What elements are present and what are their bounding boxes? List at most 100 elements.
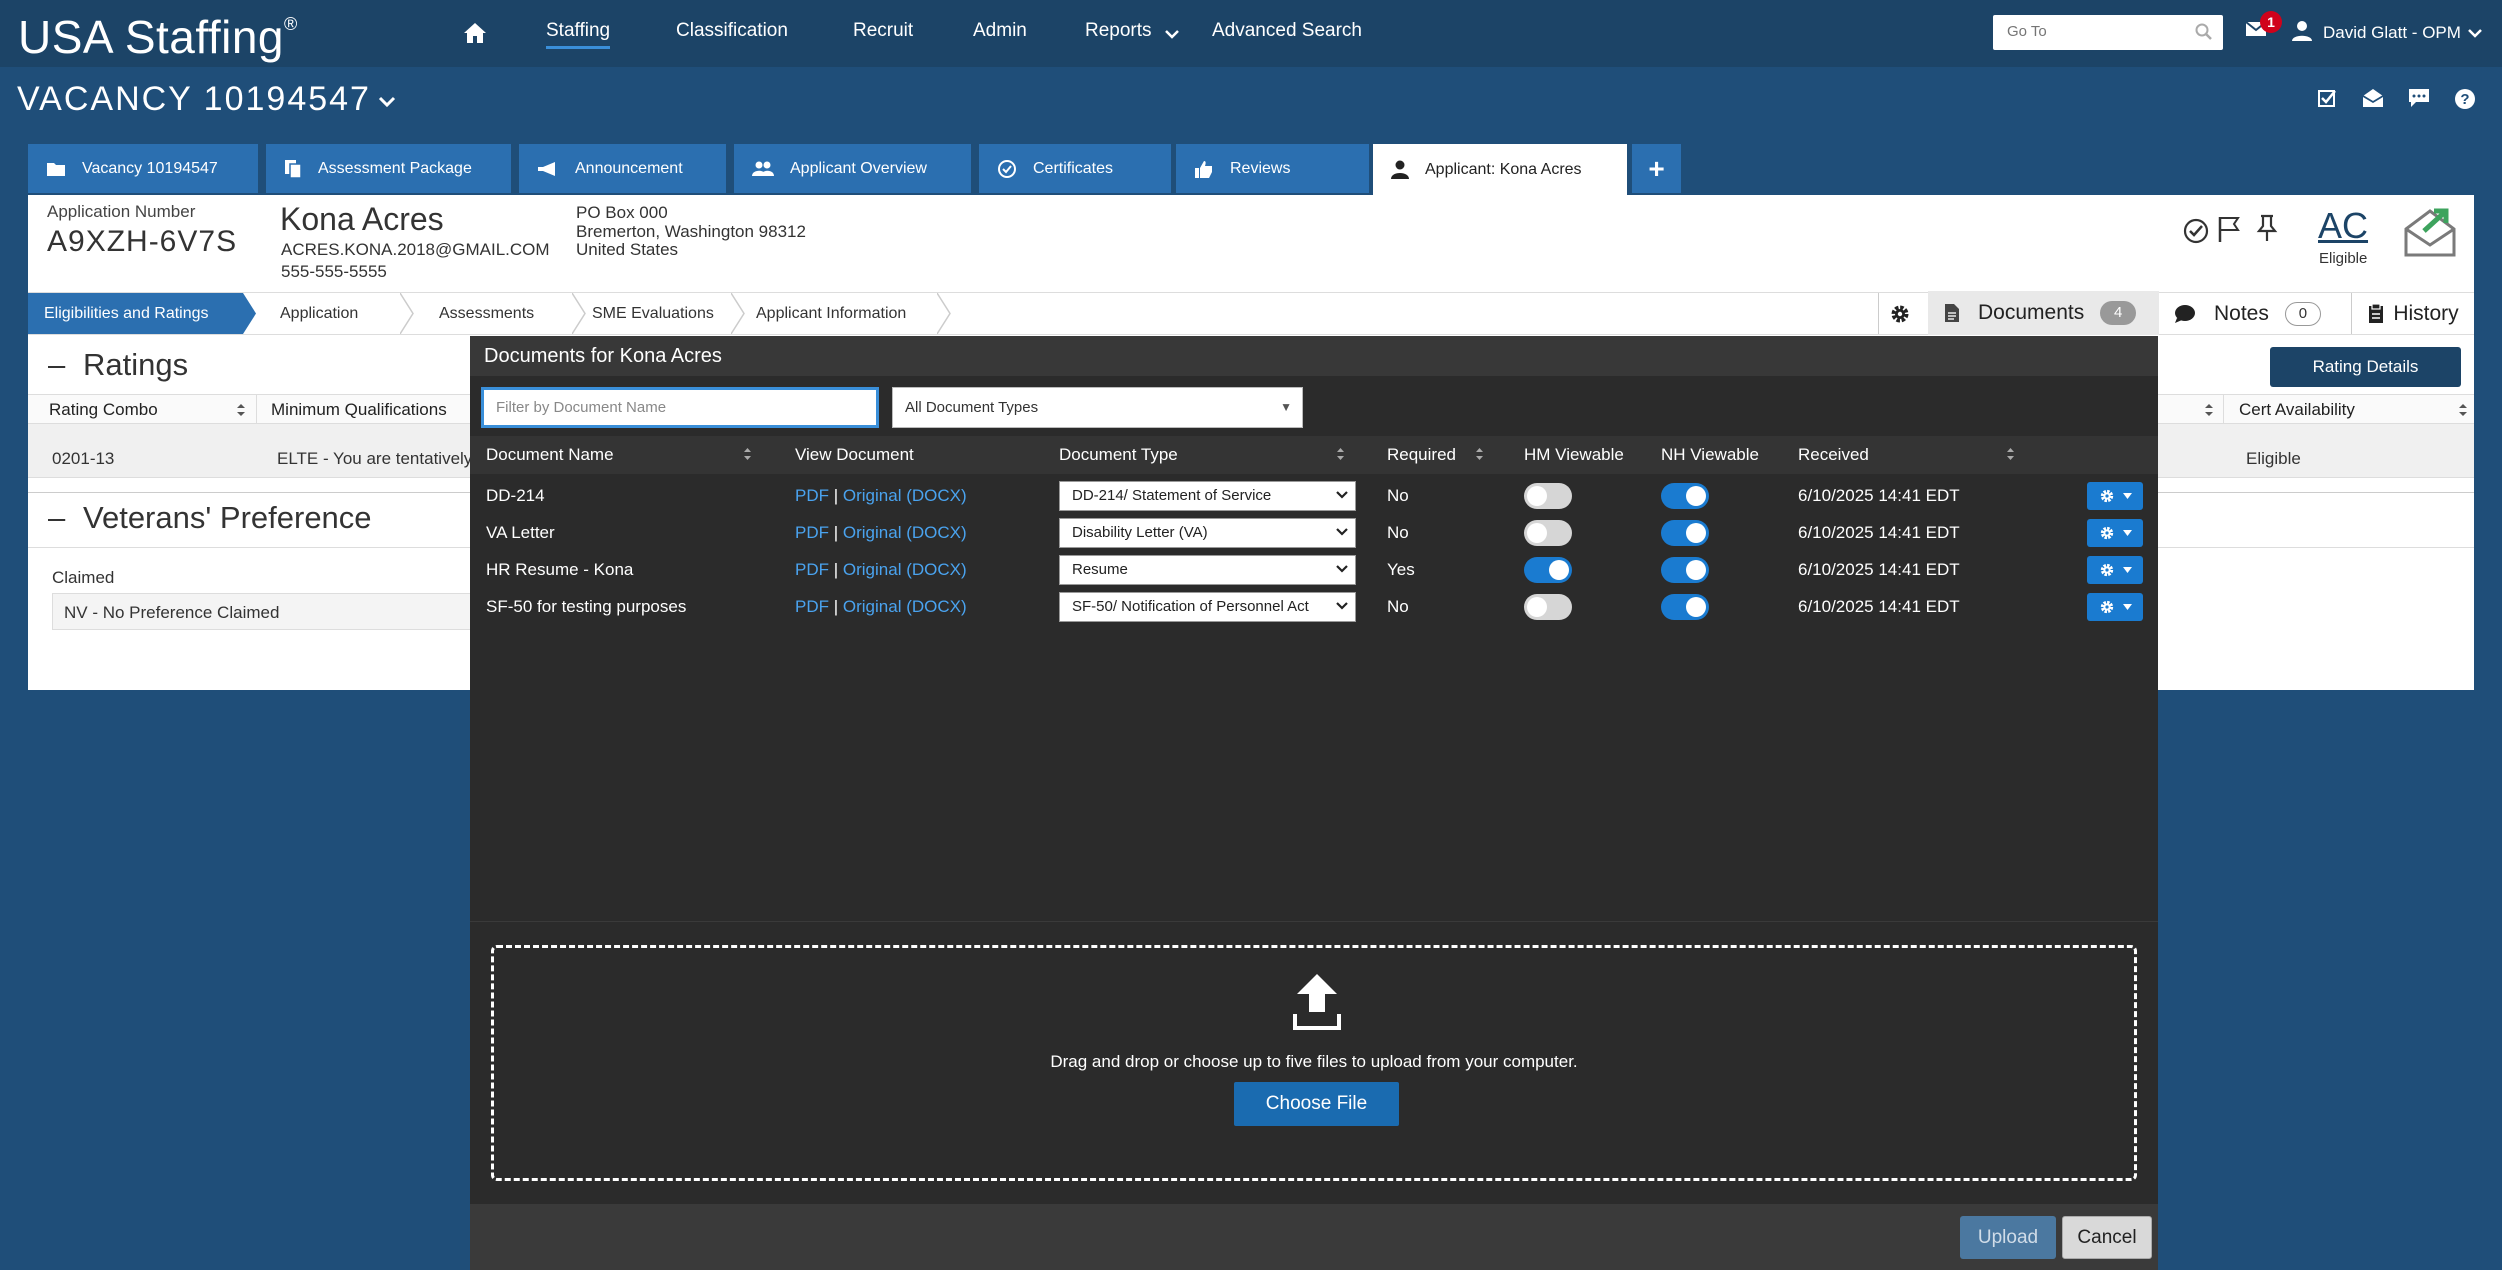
sort-icon[interactable] <box>1475 447 1484 461</box>
col-required[interactable]: Required <box>1387 445 1456 465</box>
tab-reviews[interactable]: Reviews <box>1176 144 1369 193</box>
folder-icon <box>46 161 66 177</box>
check-circle-icon[interactable] <box>2183 218 2209 244</box>
upload-button[interactable]: Upload <box>1960 1216 2056 1259</box>
document-type-filter-select[interactable]: All Document Types ▼ <box>892 387 1303 428</box>
help-icon[interactable]: ? <box>2454 88 2476 110</box>
row-actions-button[interactable] <box>2087 482 2143 510</box>
tab-certificates[interactable]: Certificates <box>979 144 1171 193</box>
col-document-type[interactable]: Document Type <box>1059 445 1178 465</box>
step-application[interactable]: Application <box>280 293 358 334</box>
nh-viewable-toggle[interactable] <box>1661 557 1709 583</box>
link-separator: | <box>833 523 839 542</box>
document-type-select[interactable]: Resume <box>1059 555 1356 585</box>
original-docx-link[interactable]: Original (DOCX) <box>843 560 967 579</box>
hm-viewable-toggle[interactable] <box>1524 557 1572 583</box>
chevron-down-icon <box>1335 601 1349 611</box>
nav-reports[interactable]: Reports <box>1085 20 1152 42</box>
step-applicant-information[interactable]: Applicant Information <box>756 293 906 334</box>
open-mail-icon[interactable] <box>2362 88 2384 108</box>
document-type-select[interactable]: DD-214/ Statement of Service <box>1059 481 1356 511</box>
tab-vacancy[interactable]: Vacancy 10194547 <box>28 144 258 193</box>
documents-side-tab[interactable]: Documents 4 <box>1928 291 2159 335</box>
hm-viewable-toggle[interactable] <box>1524 594 1572 620</box>
pdf-link[interactable]: PDF <box>795 523 829 542</box>
eligibility-status: Eligible <box>2319 250 2368 267</box>
filter-document-name-input[interactable] <box>481 387 879 428</box>
required-value: No <box>1387 597 1409 616</box>
required-value: Yes <box>1387 560 1415 579</box>
document-type-value: SF-50/ Notification of Personnel Act <box>1072 598 1309 615</box>
nh-viewable-toggle[interactable] <box>1661 483 1709 509</box>
file-drop-zone[interactable]: Drag and drop or choose up to five files… <box>491 945 2137 1181</box>
choose-file-button[interactable]: Choose File <box>1234 1082 1399 1126</box>
pdf-link[interactable]: PDF <box>795 597 829 616</box>
add-tab-button[interactable]: + <box>1632 144 1681 193</box>
received-date: 6/10/2025 14:41 EDT <box>1798 486 1960 505</box>
row-actions-button[interactable] <box>2087 519 2143 547</box>
col-received[interactable]: Received <box>1798 445 1869 465</box>
checklist-icon[interactable] <box>2317 88 2337 108</box>
nav-staffing[interactable]: Staffing <box>546 20 611 49</box>
tab-assessment-package[interactable]: Assessment Package <box>266 144 511 193</box>
tab-announcement[interactable]: Announcement <box>519 144 726 193</box>
original-docx-link[interactable]: Original (DOCX) <box>843 523 967 542</box>
pdf-link[interactable]: PDF <box>795 560 829 579</box>
nav-admin[interactable]: Admin <box>973 20 1027 42</box>
pin-icon[interactable] <box>2256 214 2278 242</box>
brand-logo[interactable]: USA Staffing® <box>18 10 298 64</box>
col-rating-combo[interactable]: Rating Combo <box>49 400 158 420</box>
hm-viewable-toggle[interactable] <box>1524 483 1572 509</box>
flag-icon[interactable] <box>2217 215 2241 243</box>
step-eligibilities-ratings[interactable]: Eligibilities and Ratings <box>28 293 243 334</box>
user-menu[interactable]: David Glatt - OPM <box>2323 23 2461 43</box>
sort-icon[interactable] <box>743 447 752 461</box>
nh-viewable-toggle[interactable] <box>1661 594 1709 620</box>
chat-icon[interactable] <box>2408 88 2430 108</box>
nav-advanced-search[interactable]: Advanced Search <box>1212 20 1362 42</box>
sort-icon[interactable] <box>2006 447 2015 461</box>
tab-applicant-overview[interactable]: Applicant Overview <box>734 144 971 193</box>
history-side-tab[interactable]: History <box>2351 293 2474 334</box>
pdf-link[interactable]: PDF <box>795 486 829 505</box>
step-assessments[interactable]: Assessments <box>439 293 534 334</box>
nav-classification[interactable]: Classification <box>676 20 788 42</box>
ratings-collapse-toggle[interactable]: – <box>48 347 65 383</box>
cancel-button[interactable]: Cancel <box>2062 1216 2152 1259</box>
document-type-select[interactable]: Disability Letter (VA) <box>1059 518 1356 548</box>
notes-side-tab[interactable]: Notes 0 <box>2174 293 2321 334</box>
original-docx-link[interactable]: Original (DOCX) <box>843 597 967 616</box>
envelope-arrow-icon[interactable] <box>2402 205 2458 259</box>
chevron-down-icon[interactable] <box>2468 28 2482 38</box>
tab-label: Reviews <box>1230 159 1291 177</box>
col-cert-availability[interactable]: Cert Availability <box>2239 400 2355 420</box>
original-docx-link[interactable]: Original (DOCX) <box>843 486 967 505</box>
col-document-name[interactable]: Document Name <box>486 445 614 465</box>
upload-icon <box>1293 972 1341 1030</box>
row-actions-button[interactable] <box>2087 556 2143 584</box>
goto-search-box[interactable] <box>1993 15 2223 50</box>
chevron-down-icon[interactable] <box>378 96 396 108</box>
tab-applicant-kona-acres[interactable]: Applicant: Kona Acres <box>1373 144 1627 195</box>
sort-icon[interactable] <box>2458 403 2468 417</box>
nav-recruit[interactable]: Recruit <box>853 20 913 42</box>
sort-icon[interactable] <box>1336 447 1345 461</box>
document-name: VA Letter <box>486 523 555 542</box>
hm-viewable-toggle[interactable] <box>1524 520 1572 546</box>
chevron-down-icon[interactable] <box>1165 29 1179 39</box>
vets-collapse-toggle[interactable]: – <box>48 500 65 536</box>
step-sme-evaluations[interactable]: SME Evaluations <box>592 293 714 334</box>
row-actions-button[interactable] <box>2087 593 2143 621</box>
settings-button[interactable] <box>1878 293 1920 334</box>
home-icon[interactable] <box>463 22 487 44</box>
document-type-select[interactable]: SF-50/ Notification of Personnel Act <box>1059 592 1356 622</box>
col-minimum-qualifications[interactable]: Minimum Qualifications <box>271 400 447 420</box>
nh-viewable-toggle[interactable] <box>1661 520 1709 546</box>
rating-details-button[interactable]: Rating Details <box>2270 347 2461 387</box>
search-icon[interactable] <box>2195 23 2213 41</box>
address-line-1: PO Box 000 <box>576 203 668 222</box>
user-icon[interactable] <box>2291 20 2313 42</box>
sort-icon[interactable] <box>2204 403 2214 417</box>
goto-input[interactable] <box>1993 15 2183 48</box>
sort-icon[interactable] <box>236 403 246 417</box>
